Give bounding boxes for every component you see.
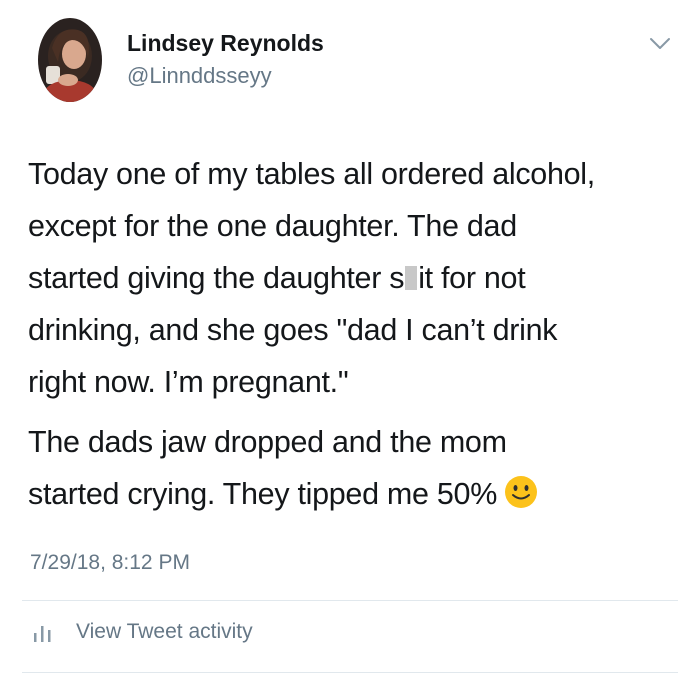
tweet-timestamp[interactable]: 7/29/18, 8:12 PM (30, 550, 190, 576)
avatar[interactable] (38, 18, 102, 102)
author-handle[interactable]: @Linnddsseyy (127, 62, 324, 90)
censor-blur (405, 266, 418, 290)
avatar-photo (38, 18, 102, 102)
view-tweet-activity-label: View Tweet activity (76, 620, 253, 643)
tweet-card: Lindsey Reynolds @Linnddsseyy Today one … (0, 0, 700, 700)
tweet-line: Today one of my tables all ordered alcoh… (28, 157, 595, 191)
tweet-line: except for the one daughter. The dad (28, 209, 517, 243)
tweet-line: started giving the daughter s it for not (28, 252, 688, 304)
author-info: Lindsey Reynolds @Linnddsseyy (127, 29, 324, 90)
slightly-smiling-face-icon (503, 474, 539, 510)
tweet-line-segment: it for not (418, 261, 526, 295)
divider (22, 672, 678, 673)
tweet-line: started crying. They tipped me 50% (28, 468, 688, 520)
tweet-paragraph-2: The dads jaw dropped and the mom started… (28, 416, 688, 520)
chevron-down-icon[interactable] (648, 35, 672, 53)
tweet-line-segment: started giving the daughter s (28, 261, 405, 295)
tweet-line: drinking, and she goes "dad I can’t drin… (28, 313, 558, 347)
tweet-paragraph-1: Today one of my tables all ordered alcoh… (28, 148, 688, 408)
author-display-name[interactable]: Lindsey Reynolds (127, 29, 324, 57)
bar-chart-icon (28, 620, 58, 644)
view-tweet-activity-link[interactable]: View Tweet activity (28, 620, 253, 644)
tweet-line-segment: started crying. They tipped me 50% (28, 477, 498, 511)
tweet-line: right now. I’m pregnant." (28, 365, 349, 399)
tweet-text: Today one of my tables all ordered alcoh… (28, 148, 688, 520)
tweet-line: The dads jaw dropped and the mom (28, 425, 507, 459)
divider (22, 600, 678, 601)
